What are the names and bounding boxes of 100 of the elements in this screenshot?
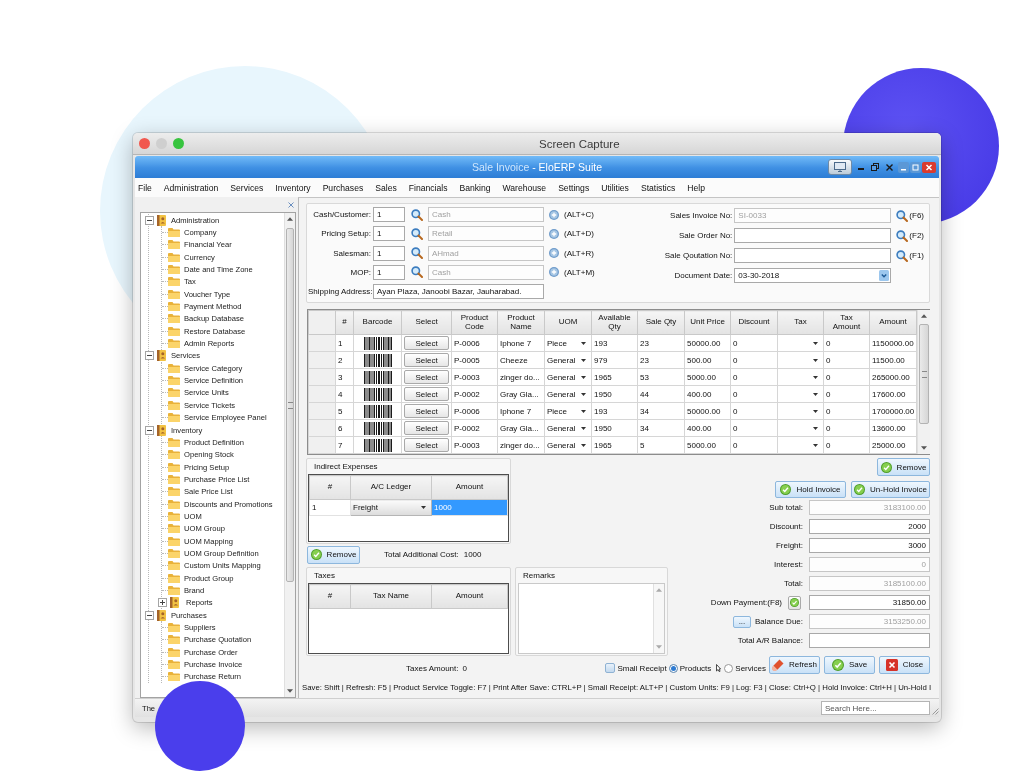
check-icon (831, 658, 844, 671)
tax-dropdown[interactable] (777, 368, 824, 386)
table-cell: 193 (591, 334, 638, 352)
close-icon[interactable] (922, 161, 936, 173)
checkbox[interactable] (605, 663, 616, 673)
plus-icon[interactable] (548, 267, 559, 278)
collapse-icon[interactable] (145, 425, 154, 435)
plus-icon[interactable] (548, 209, 559, 220)
select-button[interactable]: Select (404, 387, 449, 401)
amount-field[interactable]: 2000 (809, 519, 930, 534)
close-icon[interactable] (886, 163, 893, 171)
code-field[interactable]: 1 (373, 264, 405, 280)
table-cell: 0 (823, 402, 870, 420)
resize-grip-icon[interactable] (932, 707, 939, 715)
tax-dropdown[interactable] (777, 419, 824, 437)
uom-dropdown[interactable]: General (544, 436, 592, 454)
select-button[interactable]: Select (404, 438, 449, 452)
address-field[interactable]: Ayan Plaza, Janoobi Bazar, Jauharabad. (373, 284, 544, 300)
minimize-icon[interactable] (898, 161, 909, 173)
uom-dropdown[interactable]: Piece (544, 334, 592, 352)
hold-button[interactable]: Hold Invoice (775, 481, 846, 498)
table-cell: P-0005 (451, 351, 498, 369)
search-icon[interactable] (896, 229, 909, 242)
menu-item[interactable]: Banking (459, 182, 491, 193)
menu-item[interactable]: Utilities (601, 182, 629, 193)
scroll-down-icon[interactable] (287, 689, 293, 693)
select-button[interactable]: Select (404, 404, 449, 418)
menu-item[interactable]: Purchases (322, 182, 364, 193)
remove-button[interactable]: Remove (307, 545, 360, 564)
search-icon[interactable] (410, 266, 423, 279)
menu-item[interactable]: Administration (163, 182, 219, 193)
amount-field[interactable] (809, 633, 930, 648)
date-field[interactable]: 03-30-2018 (734, 268, 892, 283)
number-field[interactable] (734, 248, 892, 263)
search-icon[interactable] (410, 208, 423, 221)
collapse-icon[interactable] (145, 215, 154, 225)
tax-dropdown[interactable] (777, 334, 824, 352)
search-icon[interactable] (896, 209, 909, 222)
remarks-field[interactable] (518, 583, 665, 654)
search-icon[interactable] (410, 247, 423, 260)
save-button[interactable]: Save (824, 655, 875, 674)
select-button[interactable]: Select (404, 353, 449, 367)
uom-dropdown[interactable]: General (544, 419, 592, 437)
select-button[interactable]: Select (404, 336, 449, 350)
tax-dropdown[interactable] (777, 436, 824, 454)
dropdown-icon[interactable] (879, 270, 890, 281)
menu-item[interactable]: Services (230, 182, 264, 193)
menu-item[interactable]: Sales (375, 182, 397, 193)
remove-button[interactable]: Remove (877, 458, 930, 476)
radio-button[interactable] (724, 663, 734, 673)
uom-dropdown[interactable]: General (544, 385, 592, 403)
uom-dropdown[interactable]: General (544, 368, 592, 386)
expand-icon[interactable] (158, 598, 167, 608)
tax-dropdown[interactable] (777, 402, 824, 420)
select-button[interactable]: Select (404, 421, 449, 435)
folder-icon (168, 363, 180, 373)
select-button[interactable]: Select (404, 370, 449, 384)
menu-item[interactable]: Statistics (640, 182, 676, 193)
check-button[interactable] (788, 595, 801, 610)
field-label: Document Date: (673, 271, 734, 280)
plus-icon[interactable] (548, 228, 559, 239)
scrollbar[interactable] (284, 213, 295, 697)
tax-dropdown[interactable] (777, 351, 824, 369)
amount-field[interactable]: 31850.00 (809, 595, 930, 610)
table-cell: 50000.00 (684, 334, 731, 352)
menu-item[interactable]: File (138, 182, 152, 193)
close-icon[interactable] (288, 201, 294, 208)
plus-icon[interactable] (548, 248, 559, 259)
scroll-down-icon[interactable] (921, 446, 927, 450)
scroll-up-icon[interactable] (921, 314, 927, 318)
close-icon[interactable] (139, 138, 150, 149)
collapse-icon[interactable] (145, 610, 154, 620)
code-field[interactable]: 1 (373, 226, 405, 242)
shortcut-label: (F2) (908, 231, 924, 240)
close-button[interactable]: Close (879, 655, 930, 674)
menu-item[interactable]: Financials (408, 182, 448, 193)
number-field[interactable] (734, 228, 892, 243)
amount-field[interactable]: 3000 (809, 538, 930, 553)
search-field[interactable]: Search Here... (821, 701, 930, 715)
uom-dropdown[interactable]: General (544, 351, 592, 369)
maximize-icon[interactable] (173, 138, 184, 149)
search-icon[interactable] (410, 227, 423, 240)
refresh-button[interactable]: Refresh (769, 655, 820, 674)
hold-button[interactable]: Un-Hold Invoice (851, 481, 930, 498)
uom-dropdown[interactable]: Piece (544, 402, 592, 420)
menu-item[interactable]: Warehouse (502, 182, 547, 193)
maximize-icon[interactable] (910, 161, 921, 173)
radio-button[interactable] (668, 663, 678, 673)
search-icon[interactable] (896, 249, 909, 262)
tax-dropdown[interactable] (777, 385, 824, 403)
scroll-up-icon[interactable] (287, 217, 293, 221)
code-field[interactable]: 1 (373, 207, 405, 222)
code-field[interactable]: 1 (373, 245, 405, 261)
scrollbar[interactable] (917, 310, 930, 454)
restore-icon[interactable] (871, 163, 879, 171)
menu-item[interactable]: Help (687, 182, 705, 193)
collapse-icon[interactable] (145, 351, 154, 361)
monitor-button[interactable] (828, 159, 852, 175)
menu-item[interactable]: Settings (558, 182, 590, 193)
menu-item[interactable]: Inventory (275, 182, 311, 193)
